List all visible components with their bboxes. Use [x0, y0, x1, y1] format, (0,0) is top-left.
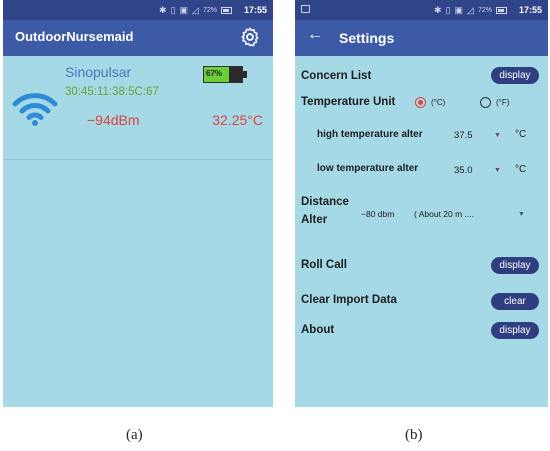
- distance-alter-option[interactable]: ( About 20 m ....: [414, 209, 474, 219]
- gear-icon[interactable]: [239, 26, 261, 48]
- temperature-unit-label: Temperature Unit: [301, 96, 396, 108]
- concern-list-label: Concern List: [301, 70, 372, 82]
- high-temperature-alter-label: high temperature alter: [317, 129, 423, 140]
- dropdown-caret-icon[interactable]: ▼: [494, 132, 501, 139]
- wifi-signal-icon: [12, 93, 58, 126]
- status-battery-percent: 72%: [477, 6, 492, 14]
- vibrate-icon: ▯: [170, 4, 176, 15]
- phone-screen-a: ✱ ▯ ▣ ◿ 72% 17:55 OutdoorNursemaid Sinop…: [3, 0, 273, 407]
- vibrate-icon: ▯: [445, 4, 451, 15]
- sim-icon: ▣: [179, 4, 189, 15]
- high-temperature-value[interactable]: 37.5: [454, 130, 473, 141]
- caption-b: (b): [405, 427, 423, 443]
- clear-import-data-label: Clear Import Data: [301, 294, 397, 306]
- low-temperature-value[interactable]: 35.0: [454, 165, 473, 176]
- battery-percent-label: 67%: [206, 69, 223, 78]
- fahrenheit-label: (°F): [496, 98, 510, 107]
- about-label: About: [301, 324, 335, 336]
- dropdown-caret-icon[interactable]: ▼: [494, 167, 501, 174]
- device-rssi: −94dBm: [87, 112, 140, 128]
- celsius-label: (°C): [431, 98, 446, 107]
- low-temperature-alter-label: low temperature alter: [317, 163, 419, 174]
- status-time: 17:55: [243, 5, 267, 15]
- image-notification-icon: [301, 5, 310, 13]
- battery-tip: [243, 71, 247, 78]
- status-bar: ✱ ▯ ▣ ◿ 72% 17:55: [3, 0, 273, 20]
- app-title: OutdoorNursemaid: [15, 29, 134, 44]
- status-bar: ✱ ▯ ▣ ◿ 72% 17:55: [295, 0, 548, 20]
- bluetooth-icon: ✱: [159, 4, 167, 15]
- no-signal-icon: ◿: [467, 4, 474, 15]
- battery-icon: [220, 6, 232, 14]
- distance-alter-value[interactable]: −80 dbm: [361, 209, 394, 219]
- app-bar: OutdoorNursemaid: [3, 20, 273, 56]
- battery-level-icon: 67%: [203, 66, 247, 83]
- device-list-item[interactable]: Sinopulsar 30:45:11:38:5C:67 −94dBm 32.2…: [3, 56, 273, 160]
- celsius-radio[interactable]: [415, 97, 426, 108]
- concern-list-display-button[interactable]: display: [491, 67, 539, 84]
- low-temperature-unit: °C: [515, 164, 527, 175]
- sim-icon: ▣: [454, 4, 464, 15]
- battery-empty-portion: [229, 67, 242, 82]
- fahrenheit-radio[interactable]: [480, 97, 491, 108]
- status-battery-percent: 72%: [202, 6, 217, 14]
- status-time: 17:55: [518, 5, 542, 15]
- roll-call-label: Roll Call: [301, 259, 348, 271]
- back-arrow-icon[interactable]: ←: [307, 26, 323, 44]
- device-temperature: 32.25°C: [212, 112, 263, 128]
- app-bar: ← Settings: [295, 20, 548, 56]
- no-signal-icon: ◿: [192, 4, 199, 15]
- page-title: Settings: [339, 30, 395, 46]
- distance-alter-label-line2: Alter: [301, 214, 328, 226]
- roll-call-display-button[interactable]: display: [491, 257, 539, 274]
- device-mac-address: 30:45:11:38:5C:67: [65, 86, 159, 98]
- caption-a: (a): [126, 427, 143, 443]
- high-temperature-unit: °C: [515, 129, 527, 140]
- battery-icon: [495, 6, 507, 14]
- device-name: Sinopulsar: [65, 64, 132, 80]
- phone-screen-b: ✱ ▯ ▣ ◿ 72% 17:55 ← Settings Concern Lis…: [295, 0, 548, 407]
- distance-alter-label: Distance: [301, 196, 349, 208]
- bluetooth-icon: ✱: [434, 4, 442, 15]
- dropdown-caret-icon[interactable]: ▼: [518, 211, 525, 218]
- about-display-button[interactable]: display: [491, 322, 539, 339]
- clear-import-data-button[interactable]: clear: [491, 293, 539, 310]
